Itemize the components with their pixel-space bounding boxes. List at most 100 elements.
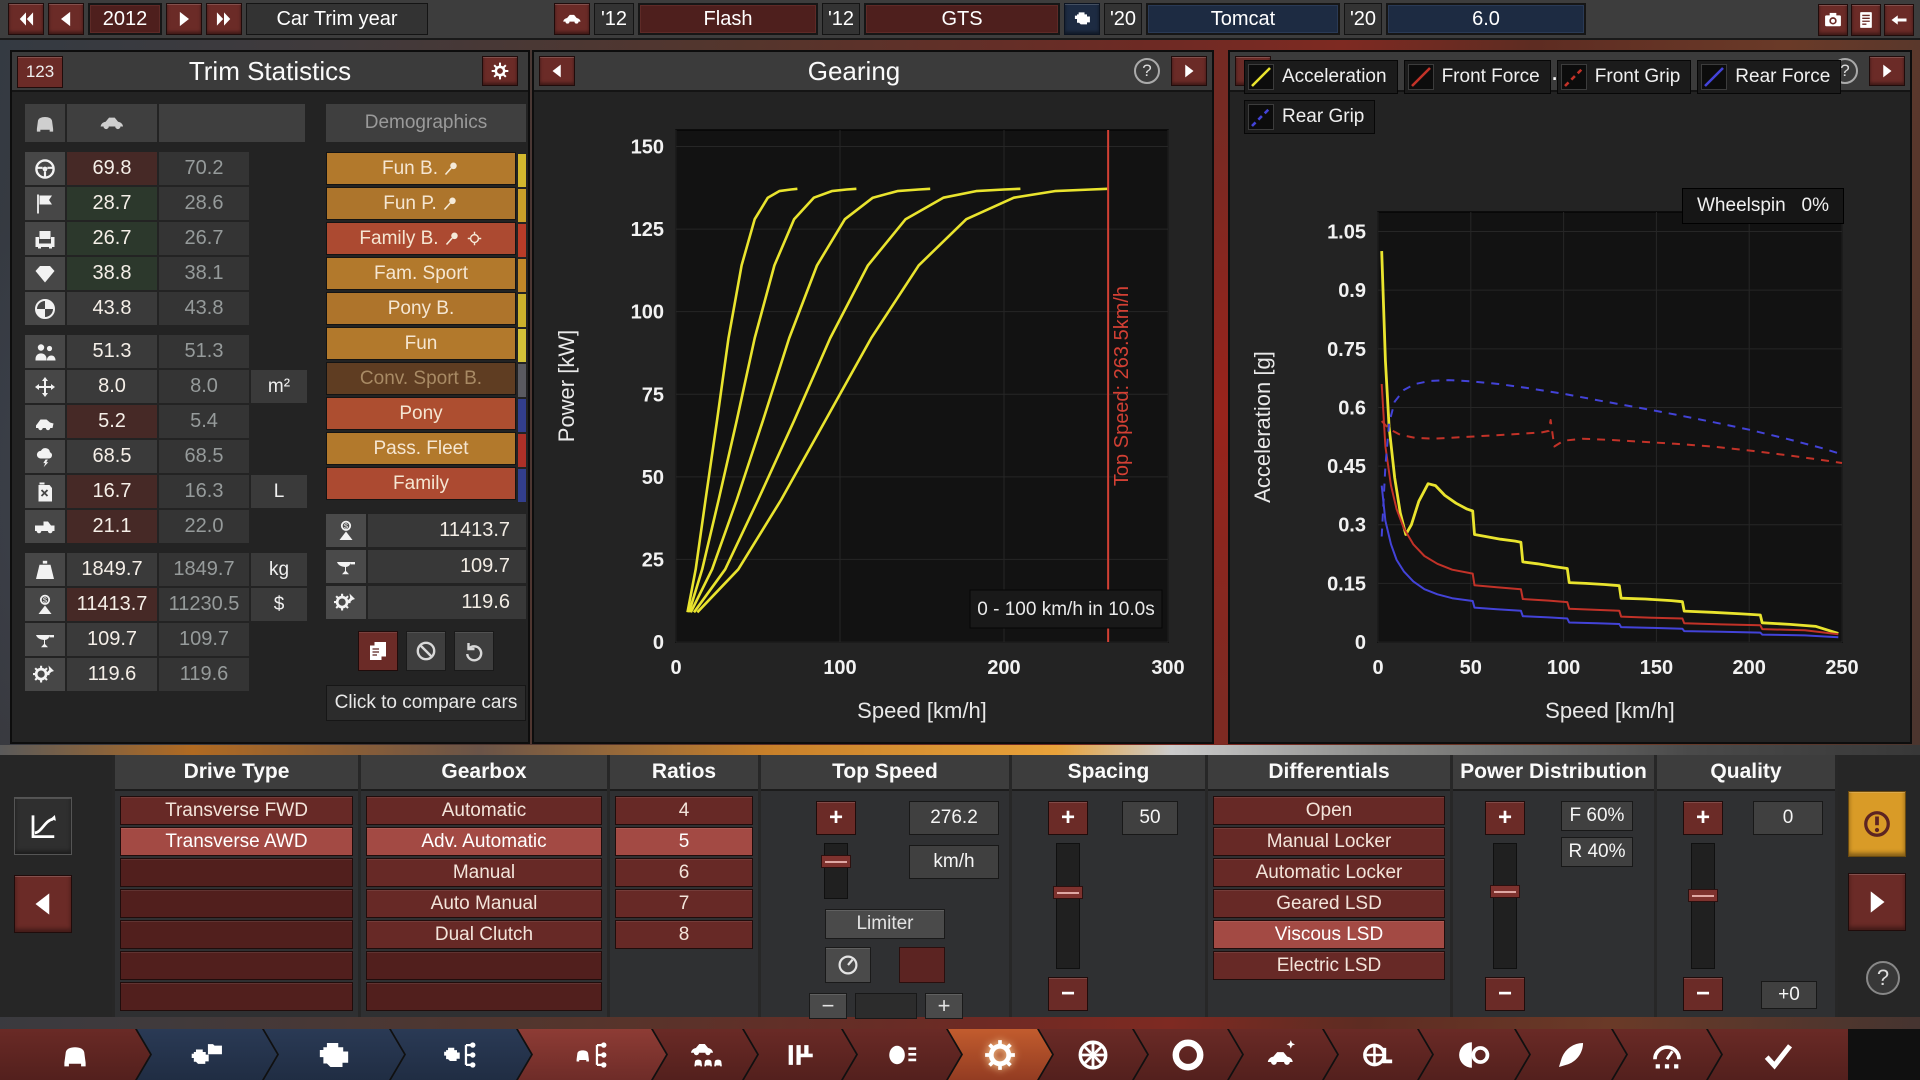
back-button[interactable] bbox=[1884, 4, 1914, 36]
power-distribution-slider[interactable] bbox=[1493, 843, 1517, 969]
demographic-conv-sport-b[interactable]: Conv. Sport B. bbox=[326, 362, 516, 395]
trim-name-box[interactable]: GTS bbox=[864, 3, 1060, 35]
stats-settings-button[interactable] bbox=[482, 56, 518, 86]
gearbox-option-dual-clutch[interactable]: Dual Clutch bbox=[366, 920, 602, 949]
gearbox-option-adv-automatic[interactable]: Adv. Automatic bbox=[366, 827, 602, 856]
tab-trim-settings[interactable] bbox=[518, 1029, 666, 1080]
ratios-option-6[interactable]: 6 bbox=[615, 858, 753, 887]
legend-front-grip[interactable]: Front Grip bbox=[1557, 60, 1692, 94]
tab-wheel-options[interactable] bbox=[1419, 1029, 1529, 1080]
engine-button[interactable] bbox=[1064, 3, 1100, 35]
tab-test-track[interactable] bbox=[1613, 1029, 1721, 1080]
tab-engine-tuning[interactable] bbox=[391, 1029, 531, 1080]
spacing-slider[interactable] bbox=[1056, 843, 1080, 969]
car-model-button[interactable] bbox=[554, 3, 590, 35]
tab-engine-family[interactable] bbox=[137, 1029, 277, 1080]
differentials-option-geared-lsd[interactable]: Geared LSD bbox=[1213, 889, 1445, 918]
tab-finish[interactable] bbox=[1708, 1029, 1848, 1080]
legend-acceleration[interactable]: Acceleration bbox=[1244, 60, 1398, 94]
tab-fixtures-lights[interactable] bbox=[843, 1029, 961, 1080]
differentials-option-viscous-lsd[interactable]: Viscous LSD bbox=[1213, 920, 1445, 949]
svg-text:0: 0 bbox=[1372, 657, 1383, 679]
tab-engine-variant[interactable] bbox=[264, 1029, 404, 1080]
demographic-pony[interactable]: Pony bbox=[326, 397, 516, 430]
drive-type-option-transverse-awd[interactable]: Transverse AWD bbox=[120, 827, 353, 856]
traction-next-button[interactable] bbox=[1869, 56, 1905, 86]
quality-increase-button[interactable]: + bbox=[1683, 801, 1723, 835]
tab-gearing[interactable] bbox=[948, 1029, 1052, 1080]
quality-decrease-button[interactable]: − bbox=[1683, 977, 1723, 1011]
gearing-next-button[interactable] bbox=[1171, 56, 1207, 86]
tab-brakes[interactable] bbox=[1324, 1029, 1432, 1080]
demographic-pony-b[interactable]: Pony B. bbox=[326, 292, 516, 325]
photo-button[interactable] bbox=[1818, 4, 1848, 36]
tab-gearbox[interactable] bbox=[744, 1029, 856, 1080]
drive-type-option-empty bbox=[120, 920, 353, 949]
demographic-family-b[interactable]: Family B. bbox=[326, 222, 516, 255]
year-first-button[interactable] bbox=[8, 3, 44, 35]
ratios-option-4[interactable]: 4 bbox=[615, 796, 753, 825]
limiter-dial-button[interactable] bbox=[825, 947, 871, 983]
differentials-option-manual-locker[interactable]: Manual Locker bbox=[1213, 827, 1445, 856]
ratios-option-7[interactable]: 7 bbox=[615, 889, 753, 918]
demographic-fun-p[interactable]: Fun P. bbox=[326, 187, 516, 220]
differentials-option-open[interactable]: Open bbox=[1213, 796, 1445, 825]
prev-page-button[interactable] bbox=[14, 875, 72, 933]
limiter-state-box[interactable] bbox=[899, 947, 945, 983]
next-page-button[interactable] bbox=[1848, 873, 1906, 931]
differentials-option-electric-lsd[interactable]: Electric LSD bbox=[1213, 951, 1445, 980]
demographic-fun-b[interactable]: Fun B. bbox=[326, 152, 516, 185]
top-speed-slider[interactable] bbox=[824, 843, 848, 899]
gearbox-option-auto-manual[interactable]: Auto Manual bbox=[366, 889, 602, 918]
report-button[interactable] bbox=[1851, 4, 1881, 36]
drive-type-option-transverse-fwd[interactable]: Transverse FWD bbox=[120, 796, 353, 825]
engine-family-box[interactable]: Tomcat bbox=[1146, 3, 1340, 35]
demographic-fam-sport[interactable]: Fam. Sport bbox=[326, 257, 516, 290]
undo-button[interactable] bbox=[454, 631, 494, 671]
gearing-help-button[interactable]: ? bbox=[1134, 58, 1160, 84]
year-prev-button[interactable] bbox=[48, 3, 84, 35]
demographic-pass-fleet[interactable]: Pass. Fleet bbox=[326, 432, 516, 465]
quality-slider[interactable] bbox=[1691, 843, 1715, 969]
spacing-decrease-button[interactable]: − bbox=[1048, 977, 1088, 1011]
legend-front-force[interactable]: Front Force bbox=[1404, 60, 1551, 94]
legend-rear-grip[interactable]: Rear Grip bbox=[1244, 100, 1375, 134]
tab-wheels[interactable] bbox=[1039, 1029, 1147, 1080]
car-aero-icon bbox=[1266, 1038, 1300, 1072]
power-distribution-decrease-button[interactable]: − bbox=[1485, 977, 1525, 1011]
limiter-button[interactable]: Limiter bbox=[825, 909, 945, 939]
year-last-button[interactable] bbox=[206, 3, 242, 35]
warning-button[interactable] bbox=[1848, 791, 1906, 857]
demographic-fun[interactable]: Fun bbox=[326, 327, 516, 360]
clear-compare-button[interactable] bbox=[406, 631, 446, 671]
tab-car-body[interactable] bbox=[0, 1029, 150, 1080]
stats-mode-button[interactable]: 123 bbox=[17, 56, 63, 88]
tab-body-options[interactable] bbox=[653, 1029, 757, 1080]
gearbox-option-manual[interactable]: Manual bbox=[366, 858, 602, 887]
limiter-fine-input[interactable] bbox=[855, 993, 917, 1019]
gearing-prev-button[interactable] bbox=[539, 56, 575, 86]
power-distribution-increase-button[interactable]: + bbox=[1485, 801, 1525, 835]
ratios-option-5[interactable]: 5 bbox=[615, 827, 753, 856]
tab-tires[interactable] bbox=[1134, 1029, 1242, 1080]
graph-toggle-button[interactable] bbox=[14, 797, 72, 855]
demographic-family[interactable]: Family bbox=[326, 467, 516, 500]
legend-rear-force[interactable]: Rear Force bbox=[1697, 60, 1841, 94]
model-name-box[interactable]: Flash bbox=[638, 3, 818, 35]
compare-hint[interactable]: Click to compare cars bbox=[326, 685, 526, 721]
tab-aero[interactable] bbox=[1229, 1029, 1337, 1080]
top-speed-increase-button[interactable]: + bbox=[816, 801, 856, 835]
year-next-button[interactable] bbox=[166, 3, 202, 35]
year-value[interactable]: 2012 bbox=[88, 3, 162, 35]
engine-variant-box[interactable]: 6.0 bbox=[1386, 3, 1586, 35]
gearbox-option-automatic[interactable]: Automatic bbox=[366, 796, 602, 825]
ratios-option-8[interactable]: 8 bbox=[615, 920, 753, 949]
spacing-increase-button[interactable]: + bbox=[1048, 801, 1088, 835]
help-button[interactable]: ? bbox=[1866, 961, 1900, 995]
limiter-decrease-button[interactable]: − bbox=[809, 993, 847, 1019]
compare-list-button[interactable] bbox=[358, 631, 398, 671]
differentials-option-automatic-locker[interactable]: Automatic Locker bbox=[1213, 858, 1445, 887]
footprint-value: 8.0 bbox=[67, 370, 157, 403]
limiter-increase-button[interactable]: + bbox=[925, 993, 963, 1019]
tab-detailing[interactable] bbox=[1516, 1029, 1626, 1080]
